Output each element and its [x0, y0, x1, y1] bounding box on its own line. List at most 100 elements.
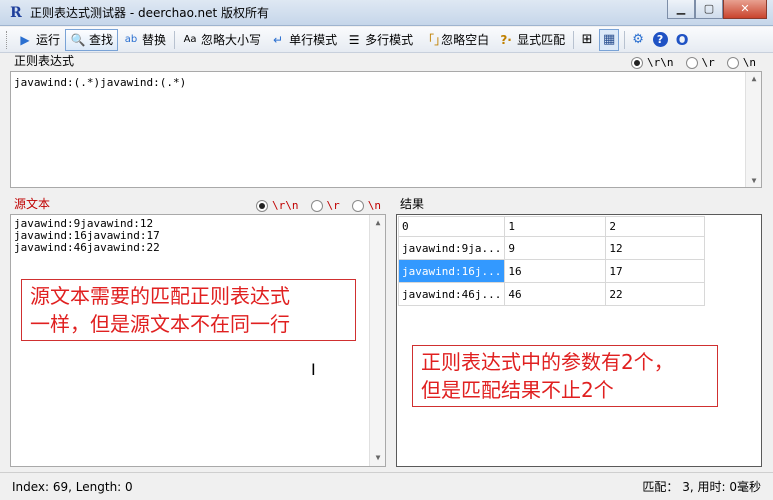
regex-newline-crlf[interactable]: \r\n [631, 56, 674, 69]
replace-button[interactable]: ab 替换 [119, 29, 170, 51]
table-cell[interactable]: 22 [605, 282, 706, 306]
radio-icon [726, 56, 739, 69]
radio-icon [685, 56, 698, 69]
app-icon: R [10, 5, 22, 21]
toolbar-separator [174, 30, 176, 49]
ignore-whitespace-button[interactable]: 「」 忽略空白 [418, 29, 493, 51]
single-line-label: 单行模式 [289, 33, 338, 47]
table-cell-selected[interactable]: javawind:16j... [397, 259, 506, 283]
source-newline-options: \r\n \r \n [256, 199, 381, 212]
table-cell[interactable]: javawind:46j... [397, 282, 506, 306]
search-icon: 🔍 [70, 32, 86, 47]
window-controls: ▁ ▢ ✕ [667, 0, 767, 20]
title-bar: R 正则表达式测试器 - deerchao.net 版权所有 ▁ ▢ ✕ [0, 0, 773, 26]
toolbar-separator [573, 30, 575, 49]
run-label: 运行 [36, 33, 61, 47]
regex-value: javawind:(.*)javawind:(.*) [14, 76, 187, 89]
ignore-case-label: 忽略大小写 [201, 33, 262, 47]
minimize-button[interactable]: ▁ [667, 0, 695, 19]
status-index: Index: 69, Length: 0 [12, 479, 133, 494]
explicit-capture-button[interactable]: ?· 显式匹配 [494, 29, 569, 51]
table-cell[interactable]: 12 [605, 236, 706, 260]
explicit-capture-label: 显式匹配 [517, 33, 566, 47]
status-bar: Index: 69, Length: 0 匹配： 3, 用时: 0毫秒 [0, 472, 773, 500]
scroll-up-icon[interactable]: ▲ [746, 74, 762, 83]
about-icon: O [675, 30, 689, 49]
multi-line-button[interactable]: ☰ 多行模式 [342, 29, 417, 51]
source-newline-crlf-label: \r\n [272, 199, 299, 212]
regex-newline-options: \r\n \r \n [631, 56, 756, 69]
single-line-icon: ↵ [273, 32, 284, 47]
column-header[interactable]: 0 [397, 216, 506, 237]
radio-icon [310, 199, 323, 212]
whitespace-icon: 「」 [422, 33, 447, 47]
maximize-button[interactable]: ▢ [695, 0, 723, 19]
radio-icon [256, 199, 268, 212]
settings-icon: ⚙ [632, 32, 644, 47]
regex-scrollbar[interactable]: ▲ ▼ [745, 72, 761, 187]
case-icon: Aa [183, 34, 197, 45]
table-row[interactable]: javawind:46j... 46 22 [397, 282, 706, 306]
table-cell[interactable]: javawind:9ja... [397, 236, 506, 260]
table-row[interactable]: javawind:16j... 16 17 [397, 259, 706, 283]
annotation-note-results: 正则表达式中的参数有2个， 但是匹配结果不止2个 [412, 345, 718, 407]
window-title: 正则表达式测试器 - deerchao.net 版权所有 [30, 6, 270, 20]
find-button[interactable]: 🔍 查找 [65, 28, 119, 51]
results-label: 结果 [400, 197, 425, 211]
replace-icon: ab [124, 34, 138, 45]
column-header[interactable]: 2 [605, 216, 706, 237]
close-button[interactable]: ✕ [723, 0, 767, 19]
regex-newline-lf-label: \n [742, 56, 756, 69]
table-row[interactable]: javawind:9ja... 9 12 [397, 236, 706, 260]
toolbar-grip[interactable] [6, 30, 9, 49]
table-cell[interactable]: 46 [504, 282, 607, 306]
settings-button[interactable]: ⚙ [628, 29, 648, 51]
toolbar-separator [624, 30, 626, 49]
ignore-case-button[interactable]: Aa 忽略大小写 [178, 29, 265, 51]
source-newline-crlf[interactable]: \r\n [256, 199, 299, 212]
replace-label: 替换 [142, 33, 167, 47]
source-newline-lf-label: \n [367, 199, 381, 212]
annotation-line: 源文本需要的匹配正则表达式 [30, 284, 290, 308]
status-match: 匹配： 3, 用时: 0毫秒 [642, 480, 761, 494]
ignore-whitespace-label: 忽略空白 [441, 33, 490, 47]
about-button[interactable]: O [672, 29, 692, 51]
help-icon: ? [652, 32, 668, 47]
scroll-up-icon[interactable]: ▲ [370, 217, 386, 229]
single-line-button[interactable]: ↵ 单行模式 [266, 29, 341, 51]
toolbar: ▶ 运行 🔍 查找 ab 替换 Aa 忽略大小写 ↵ 单行模式 ☰ 多行模式 「… [0, 27, 773, 53]
source-newline-lf[interactable]: \n [351, 199, 381, 212]
source-label: 源文本 [14, 197, 51, 211]
regex-newline-lf[interactable]: \n [726, 56, 756, 69]
regex-label: 正则表达式 [14, 54, 75, 68]
scroll-down-icon[interactable]: ▼ [370, 452, 386, 464]
regex-newline-cr[interactable]: \r [685, 56, 715, 69]
results-table: 0 1 2 javawind:9ja... 9 12 javawind:16j.… [397, 216, 706, 306]
radio-icon [631, 56, 643, 69]
tree-view-button[interactable]: ⊞ [577, 29, 597, 51]
table-cell[interactable]: 17 [605, 259, 706, 283]
regex-newline-cr-label: \r [701, 56, 715, 69]
find-label: 查找 [89, 33, 114, 47]
multi-line-icon: ☰ [348, 32, 360, 47]
results-header-row: 0 1 2 [397, 216, 706, 237]
run-button[interactable]: ▶ 运行 [13, 29, 64, 51]
results-grid: 0 1 2 javawind:9ja... 9 12 javawind:16j.… [396, 214, 762, 467]
table-cell[interactable]: 9 [504, 236, 607, 260]
annotation-note-source: 源文本需要的匹配正则表达式 一样，但是源文本不在同一行 [21, 279, 356, 341]
column-header[interactable]: 1 [504, 216, 607, 237]
regex-input[interactable]: javawind:(.*)javawind:(.*) ▲ ▼ [10, 71, 762, 188]
source-newline-cr-label: \r [326, 199, 340, 212]
tree-view-icon: ⊞ [581, 32, 593, 47]
scroll-down-icon[interactable]: ▼ [746, 176, 762, 185]
grid-view-button[interactable]: ▦ [599, 28, 620, 51]
regex-newline-crlf-label: \r\n [647, 56, 674, 69]
annotation-line: 一样，但是源文本不在同一行 [30, 312, 290, 336]
help-button[interactable]: ? [650, 29, 670, 51]
text-cursor-icon: I [311, 360, 316, 379]
source-scrollbar[interactable]: ▲ ▼ [369, 215, 385, 466]
annotation-line: 但是匹配结果不止2个 [421, 378, 614, 402]
table-cell[interactable]: 16 [504, 259, 607, 283]
source-newline-cr[interactable]: \r [310, 199, 340, 212]
annotation-line: 正则表达式中的参数有2个， [421, 350, 674, 374]
